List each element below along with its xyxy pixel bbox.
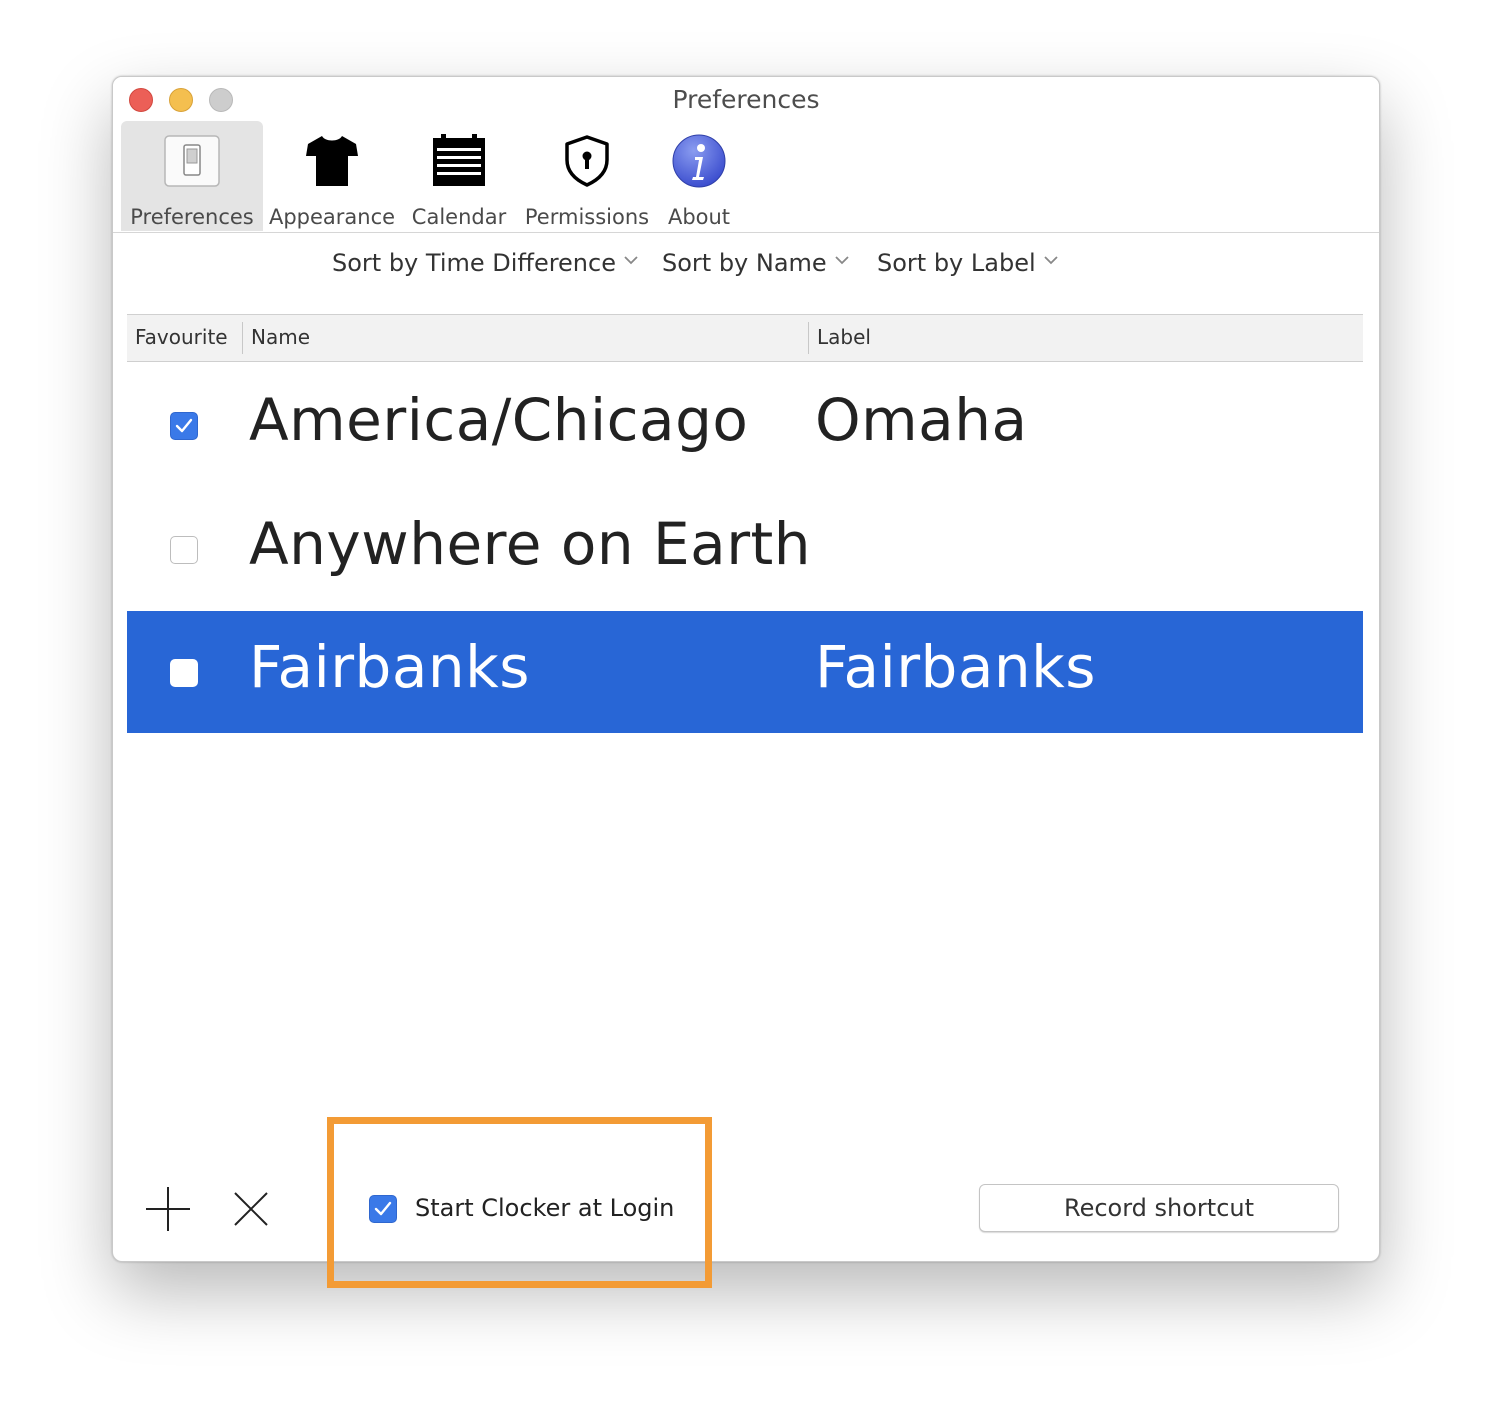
- column-divider[interactable]: [808, 322, 809, 354]
- record-shortcut-button[interactable]: Record shortcut: [979, 1184, 1339, 1232]
- tab-permissions[interactable]: Permissions: [519, 121, 655, 231]
- column-header-label[interactable]: Label: [817, 325, 871, 349]
- favourite-checkbox[interactable]: [170, 536, 198, 564]
- calendar-icon: [429, 131, 489, 191]
- sort-by-label-button[interactable]: Sort by Label: [877, 249, 1058, 277]
- table-row[interactable]: America/Chicago Omaha: [127, 364, 1363, 486]
- timezone-label[interactable]: Omaha: [815, 386, 1028, 454]
- column-header-name[interactable]: Name: [251, 325, 310, 349]
- sort-label: Sort by Label: [877, 249, 1036, 277]
- chevron-down-icon: [835, 256, 849, 265]
- chevron-down-icon: [1044, 256, 1058, 265]
- tab-label: Preferences: [130, 205, 254, 229]
- sort-label: Sort by Time Difference: [332, 249, 616, 277]
- tab-about[interactable]: About: [659, 121, 739, 231]
- column-header-favourite[interactable]: Favourite: [135, 325, 228, 349]
- tab-appearance[interactable]: Appearance: [267, 121, 397, 231]
- add-timezone-button[interactable]: [144, 1185, 192, 1233]
- timezone-name: America/Chicago: [249, 386, 749, 454]
- preferences-window: Preferences Preferences Appearance Calen…: [112, 76, 1380, 1262]
- tab-label: Appearance: [268, 205, 396, 229]
- timezone-table: Favourite Name Label America/Chicago Oma…: [127, 314, 1363, 734]
- tab-label: About: [667, 205, 731, 229]
- timezone-name: Fairbanks: [249, 633, 530, 701]
- favourite-checkbox[interactable]: [170, 659, 198, 687]
- highlight-annotation: [327, 1117, 712, 1288]
- table-row-selected[interactable]: Fairbanks Fairbanks: [127, 611, 1363, 733]
- sort-label: Sort by Name: [662, 249, 827, 277]
- favourite-checkbox[interactable]: [170, 412, 198, 440]
- sort-bar: Sort by Time Difference Sort by Name Sor…: [113, 249, 1379, 289]
- info-icon: [669, 131, 729, 191]
- remove-timezone-button[interactable]: [227, 1185, 275, 1233]
- tab-calendar[interactable]: Calendar: [405, 121, 513, 231]
- plus-icon: [146, 1187, 190, 1231]
- switch-icon: [162, 131, 222, 191]
- checkmark-icon: [175, 418, 193, 433]
- window-title: Preferences: [672, 85, 820, 114]
- tab-label: Permissions: [524, 205, 650, 229]
- sort-by-time-difference-button[interactable]: Sort by Time Difference: [332, 249, 638, 277]
- title-bar: Preferences Preferences Appearance Calen…: [113, 77, 1379, 233]
- shield-icon: [557, 131, 617, 191]
- table-row[interactable]: Anywhere on Earth: [127, 488, 1363, 610]
- timezone-name: Anywhere on Earth: [249, 510, 812, 578]
- tab-preferences[interactable]: Preferences: [121, 121, 263, 231]
- chevron-down-icon: [624, 256, 638, 265]
- table-header: Favourite Name Label: [127, 314, 1363, 362]
- column-divider[interactable]: [242, 322, 243, 354]
- timezone-label[interactable]: Fairbanks: [815, 633, 1096, 701]
- tab-label: Calendar: [411, 205, 507, 229]
- close-icon: [234, 1192, 268, 1226]
- sort-by-name-button[interactable]: Sort by Name: [662, 249, 849, 277]
- tshirt-icon: [302, 131, 362, 191]
